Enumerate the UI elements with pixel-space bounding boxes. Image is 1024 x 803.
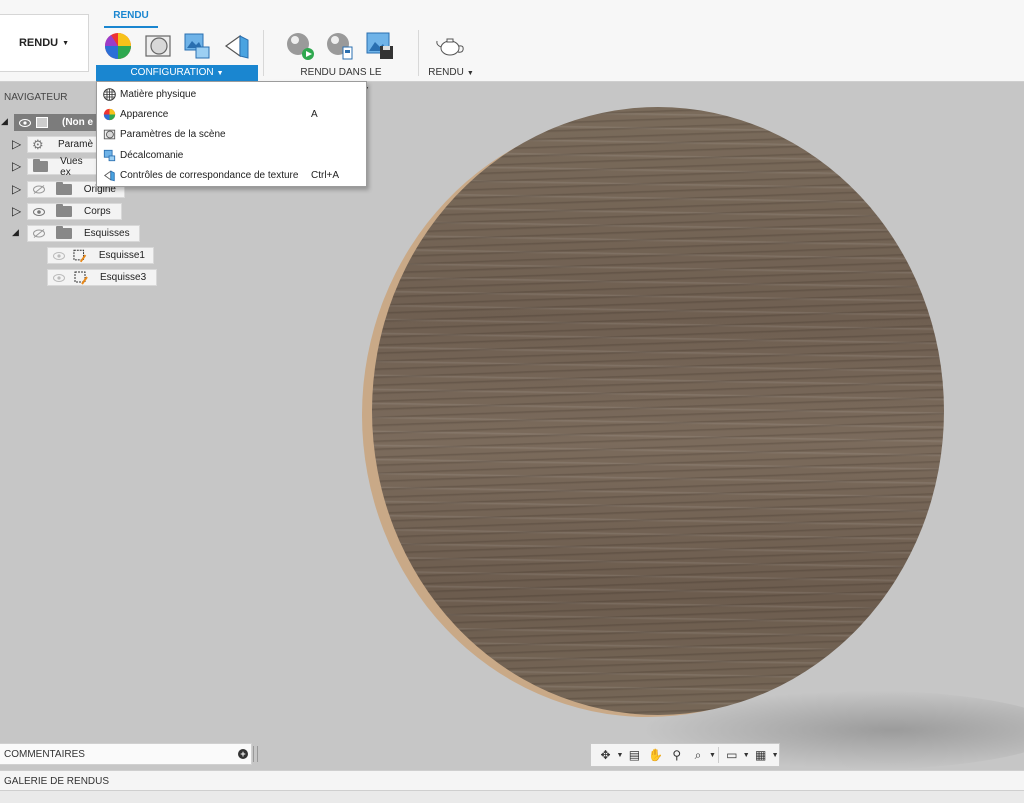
expand-triangle-icon[interactable]: ▷ [12,182,21,196]
caret-down-icon: ▼ [466,70,474,77]
menu-item-physical-material[interactable]: Matière physique [97,84,366,104]
menu-item-shortcut: A [311,109,318,121]
render-canvas-dropdown[interactable]: RENDU DANS LE CANEVAS▼ [272,65,410,94]
wood-disc-model[interactable] [372,107,944,715]
tree-item-label: Esquisse1 [98,250,145,261]
eye-hidden-icon[interactable] [32,229,46,239]
menu-item-label: Contrôles de correspondance de texture [120,170,299,182]
collapse-triangle-icon[interactable]: ◢ [1,116,8,127]
caret-down-icon[interactable]: ▼ [709,746,717,764]
decal-icon [102,148,117,163]
tree-item-label: Vues ex [60,155,83,178]
capture-image-icon[interactable] [365,31,395,61]
menu-item-label: Paramètres de la scène [120,129,226,141]
workspace-switcher[interactable]: RENDU ▼ [0,14,89,72]
toolbar-separator [263,30,264,76]
status-footer [0,791,1024,803]
toolbar-separator [418,30,419,76]
comments-panel[interactable]: COMMENTAIRES + [0,743,252,765]
fit-icon[interactable]: ⌕ [687,746,708,764]
caret-down-icon[interactable]: ▼ [616,746,624,764]
gear-icon: ⚙ [32,136,44,152]
scene-settings-icon[interactable] [143,31,173,61]
texture-map-controls-icon[interactable] [222,31,252,61]
folder-icon [55,182,72,195]
render-gallery-bar[interactable]: GALERIE DE RENDUS [0,770,1024,791]
configuration-menu: Matière physique Apparence A Paramètres … [96,81,367,187]
tab-rendu[interactable]: RENDU [104,10,158,21]
pan-icon[interactable]: ✋ [645,746,666,764]
orbit-icon[interactable]: ✥ [595,746,616,764]
in-canvas-render-icon[interactable] [285,31,315,61]
component-icon [36,117,48,128]
menu-item-label: Matière physique [120,88,197,100]
caret-down-icon[interactable]: ▼ [742,746,750,764]
expand-triangle-icon[interactable]: ▷ [12,204,21,218]
eye-icon[interactable] [18,118,32,128]
menu-item-label: Décalcomanie [120,149,184,161]
render-gallery-label: GALERIE DE RENDUS [4,776,110,787]
appearance-icon[interactable] [103,31,133,61]
menu-item-texture-map-controls[interactable]: Contrôles de correspondance de texture C… [97,166,366,186]
configuration-dropdown[interactable]: CONFIGURATION ▼ [96,65,258,81]
workspace-label: RENDU [18,37,59,49]
panel-pin-handle[interactable] [253,746,258,762]
eye-hidden-icon[interactable] [32,185,46,195]
appearance-icon [102,107,117,122]
caret-down-icon: ▼ [62,39,70,47]
in-canvas-render-settings-icon[interactable] [325,31,355,61]
menu-item-label: Apparence [120,109,169,121]
render-dropdown[interactable]: RENDU ▼ [427,65,475,81]
folder-icon [56,204,72,217]
navigation-bar: ✥ ▼ ▤ ✋ ⚲ ⌕ ▼ ▭ ▼ ▦ ▼ [590,743,780,767]
eye-icon[interactable] [32,207,46,217]
sketch-icon [74,271,88,285]
caret-down-icon: ▼ [216,70,224,77]
comments-label: COMMENTAIRES [4,749,85,760]
render-label: RENDU [428,67,464,78]
eye-faded-icon[interactable] [52,251,65,261]
eye-faded-icon[interactable] [52,273,66,283]
add-comment-icon[interactable]: + [238,749,248,759]
menu-item-scene-settings[interactable]: Paramètres de la scène [97,125,366,145]
expand-triangle-icon[interactable]: ▷ [12,137,21,151]
teapot-icon[interactable] [435,31,465,61]
display-settings-icon[interactable]: ▭ [721,746,742,764]
decal-icon[interactable] [182,31,212,61]
tree-root-label: (Non e [62,117,94,128]
menu-item-shortcut: Ctrl+A [311,170,340,182]
tree-item-label: Paramè [58,139,94,150]
tree-item-label: Corps [84,206,111,217]
navbar-separator [718,747,720,763]
navigator-title: NAVIGATEUR [4,92,68,103]
physical-material-icon [102,87,117,102]
grid-settings-icon[interactable]: ▦ [750,746,771,764]
caret-down-icon[interactable]: ▼ [771,746,779,764]
texture-map-controls-icon [102,168,117,183]
folder-icon [33,159,49,172]
tree-item-label: Esquisse3 [100,272,147,283]
active-tab-indicator [104,26,158,28]
scene-settings-icon [102,127,117,142]
toolbar: RENDU ▼ RENDU CONFIGURATION ▼ RENDU DANS… [0,0,1024,94]
zoom-icon[interactable]: ⚲ [666,746,687,764]
configuration-label: CONFIGURATION [130,67,214,78]
tree-item-label: Esquisses [84,228,130,239]
sketch-icon [73,249,87,262]
menu-item-appearance[interactable]: Apparence A [97,104,366,124]
expand-triangle-icon[interactable]: ▷ [12,159,21,173]
collapse-triangle-icon[interactable]: ◢ [12,227,19,238]
folder-icon [56,226,72,239]
menu-item-decal[interactable]: Décalcomanie [97,145,366,165]
look-at-icon[interactable]: ▤ [624,746,645,764]
